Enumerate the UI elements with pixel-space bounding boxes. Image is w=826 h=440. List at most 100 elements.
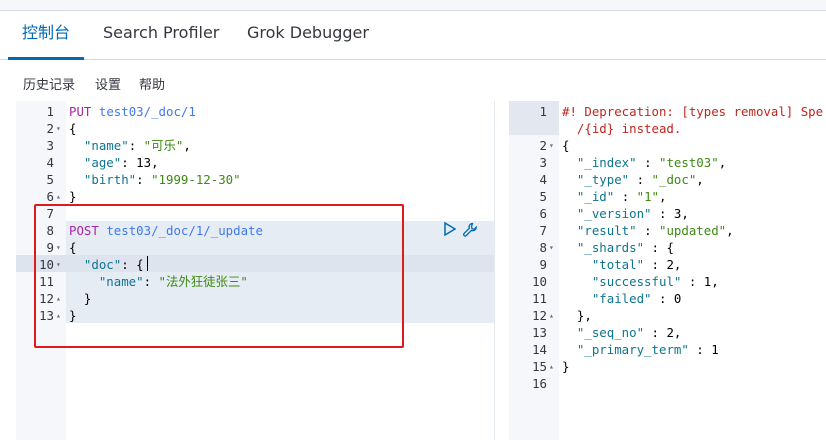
response-line: 16 <box>509 375 826 392</box>
line-number: 1 <box>46 104 54 119</box>
line-number: 8 <box>46 223 54 238</box>
request-line: 9 ▾ { <box>16 239 494 256</box>
response-line: 6 "_version" : 3, <box>509 205 826 222</box>
request-line: 11 "name": "法外狂徒张三" <box>16 273 494 290</box>
history-menu[interactable]: 历史记录 <box>23 74 75 93</box>
line-number: 7 <box>539 223 547 238</box>
request-code-text: "age": 13, <box>83 155 159 170</box>
request-line: 4 "age": 13, <box>16 154 494 171</box>
line-number: 14 <box>532 342 547 357</box>
response-line: 9 "total" : 2, <box>509 256 826 273</box>
fold-open-icon[interactable]: ▾ <box>56 256 61 273</box>
line-number: 2 <box>539 138 547 153</box>
request-code-text: { <box>69 240 77 255</box>
response-code-text: /{id} instead. <box>562 121 682 136</box>
line-number: 4 <box>46 155 54 170</box>
tab-search-profiler[interactable]: Search Profiler <box>103 11 219 59</box>
response-line: 1 #! Deprecation: [types removal] Spe <box>509 103 826 120</box>
request-line: 3 "name": "可乐", <box>16 137 494 154</box>
line-number: 4 <box>539 172 547 187</box>
line-number: 12 <box>532 308 547 323</box>
line-number: 5 <box>539 189 547 204</box>
response-line: 2 ▾ { <box>509 137 826 154</box>
response-line: 14 "_primary_term" : 1 <box>509 341 826 358</box>
response-code-text: "total" : 2, <box>591 257 682 272</box>
line-number: 12 <box>39 291 54 306</box>
request-code-text: } <box>69 291 92 306</box>
request-line: 8 POST test03/_doc/1/_update <box>16 222 494 239</box>
line-number: 2 <box>46 121 54 136</box>
request-code-text: POST test03/_doc/1/_update <box>69 223 263 238</box>
request-code-text: "birth": "1999-12-30" <box>83 172 241 187</box>
response-line: 13 "_seq_no" : 2, <box>509 324 826 341</box>
request-editor[interactable]: 1 PUT test03/_doc/1 2 ▾{3 "name": "可乐", 4 "a… <box>16 101 494 440</box>
fold-open-icon[interactable]: ▾ <box>549 137 554 154</box>
response-line: 12 ▴ }, <box>509 307 826 324</box>
line-number: 6 <box>46 189 54 204</box>
line-number: 11 <box>532 291 547 306</box>
fold-open-icon[interactable]: ▾ <box>56 239 61 256</box>
line-number: 15 <box>532 359 547 374</box>
settings-menu[interactable]: 设置 <box>95 74 121 93</box>
response-code-text: "_index" : "test03", <box>576 155 727 170</box>
response-viewer: 1 #! Deprecation: [types removal] Spe /{i… <box>509 101 826 440</box>
response-code-text: } <box>562 359 570 374</box>
response-code-text: "_primary_term" : 1 <box>576 342 719 357</box>
response-code-text: "_seq_no" : 2, <box>576 325 682 340</box>
fold-close-icon[interactable]: ▴ <box>549 307 554 324</box>
wrench-icon[interactable] <box>462 222 478 241</box>
fold-close-icon[interactable]: ▴ <box>56 188 61 205</box>
response-line: 8 ▾ "_shards" : { <box>509 239 826 256</box>
response-line: 4 "_type" : "_doc", <box>509 171 826 188</box>
fold-open-icon[interactable]: ▾ <box>56 120 61 137</box>
request-line: 2 ▾ { <box>16 120 494 137</box>
top-bar <box>0 0 826 11</box>
request-code-text: { <box>69 121 77 136</box>
response-code-text: "_shards" : { <box>576 240 674 255</box>
request-code-text: PUT test03/_doc/1 <box>69 104 196 119</box>
line-number: 7 <box>46 206 54 221</box>
play-icon[interactable] <box>444 221 457 240</box>
app-tabs: 控制台 Search Profiler Grok Debugger <box>0 11 826 60</box>
response-code-text: "failed" : 0 <box>591 291 682 306</box>
request-line: 5 "birth": "1999-12-30" <box>16 171 494 188</box>
request-line: 12 ▴ } <box>16 290 494 307</box>
fold-close-icon[interactable]: ▴ <box>56 290 61 307</box>
line-number: 10 <box>39 257 54 272</box>
response-line: 15 ▴} <box>509 358 826 375</box>
line-number: 10 <box>532 274 547 289</box>
tab-console[interactable]: 控制台 <box>7 11 85 60</box>
fold-close-icon[interactable]: ▴ <box>549 358 554 375</box>
help-menu[interactable]: 帮助 <box>139 74 165 93</box>
pane-resizer[interactable] <box>494 101 510 440</box>
response-line: 5 "_id" : "1", <box>509 188 826 205</box>
line-number: 11 <box>39 274 54 289</box>
line-number: 16 <box>532 376 547 391</box>
line-number: 1 <box>539 104 547 119</box>
line-number: 9 <box>46 240 54 255</box>
request-line: 13 ▴} <box>16 307 494 324</box>
text-cursor <box>147 256 148 271</box>
response-code-text: "result" : "updated", <box>576 223 734 238</box>
line-number: 6 <box>539 206 547 221</box>
response-line: 7 "result" : "updated", <box>509 222 826 239</box>
response-line: /{id} instead. <box>509 120 826 137</box>
line-number: 8 <box>539 240 547 255</box>
response-code-text: { <box>562 138 570 153</box>
response-code-text: "_type" : "_doc", <box>576 172 704 187</box>
request-line: 10 ▾ "doc": { <box>16 256 494 273</box>
line-number: 5 <box>46 172 54 187</box>
line-number: 3 <box>539 155 547 170</box>
tab-grok-debugger[interactable]: Grok Debugger <box>247 11 369 59</box>
request-code-text: "name": "可乐", <box>83 138 191 153</box>
request-line: 6 ▴} <box>16 188 494 205</box>
request-code-text: } <box>69 189 77 204</box>
fold-open-icon[interactable]: ▾ <box>549 239 554 256</box>
line-number: 9 <box>539 257 547 272</box>
request-code-text: "name": "法外狂徒张三" <box>98 274 248 289</box>
response-code-text: "_version" : 3, <box>576 206 689 221</box>
request-code-text: } <box>69 308 77 323</box>
line-number: 13 <box>39 308 54 323</box>
fold-close-icon[interactable]: ▴ <box>56 307 61 324</box>
request-line: 7 <box>16 205 494 222</box>
